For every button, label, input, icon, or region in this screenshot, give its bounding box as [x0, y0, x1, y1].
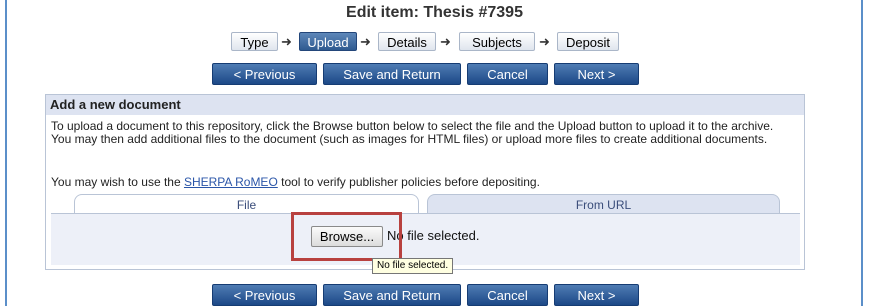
step-arrow-icon: ➜ — [360, 34, 371, 49]
sherpa-romeo-link[interactable]: SHERPA RoMEO — [184, 175, 278, 189]
sherpa-prefix: You may wish to use the — [51, 175, 184, 189]
tab-from-url[interactable]: From URL — [427, 194, 780, 214]
page-title: Edit item: Thesis #7395 — [346, 4, 523, 21]
panel-heading: Add a new document — [46, 95, 804, 115]
step-arrow-icon: ➜ — [281, 34, 292, 49]
file-tooltip: No file selected. — [372, 258, 454, 274]
next-button[interactable]: Next > — [554, 284, 639, 306]
step-details[interactable]: Details — [378, 32, 436, 51]
sherpa-note: You may wish to use the SHERPA RoMEO too… — [51, 175, 540, 189]
step-type[interactable]: Type — [231, 32, 278, 51]
top-button-row: < Previous Save and Return Cancel Next > — [0, 63, 869, 85]
step-arrow-icon: ➜ — [440, 34, 451, 49]
save-and-return-button[interactable]: Save and Return — [323, 284, 461, 306]
tab-file[interactable]: File — [74, 194, 419, 214]
step-deposit[interactable]: Deposit — [557, 32, 619, 51]
cancel-button[interactable]: Cancel — [467, 63, 548, 85]
cancel-button[interactable]: Cancel — [467, 284, 548, 306]
bottom-button-row: < Previous Save and Return Cancel Next > — [0, 284, 869, 306]
previous-button[interactable]: < Previous — [212, 284, 317, 306]
highlight-box — [291, 212, 402, 261]
add-document-panel: Add a new document To upload a document … — [45, 94, 805, 270]
save-and-return-button[interactable]: Save and Return — [323, 63, 461, 85]
next-button[interactable]: Next > — [554, 63, 639, 85]
step-arrow-icon: ➜ — [539, 34, 550, 49]
step-upload[interactable]: Upload — [299, 32, 357, 51]
previous-button[interactable]: < Previous — [212, 63, 317, 85]
panel-description: To upload a document to this repository,… — [51, 119, 774, 146]
step-subjects[interactable]: Subjects — [459, 32, 535, 51]
sherpa-suffix: tool to verify publisher policies before… — [277, 175, 540, 189]
